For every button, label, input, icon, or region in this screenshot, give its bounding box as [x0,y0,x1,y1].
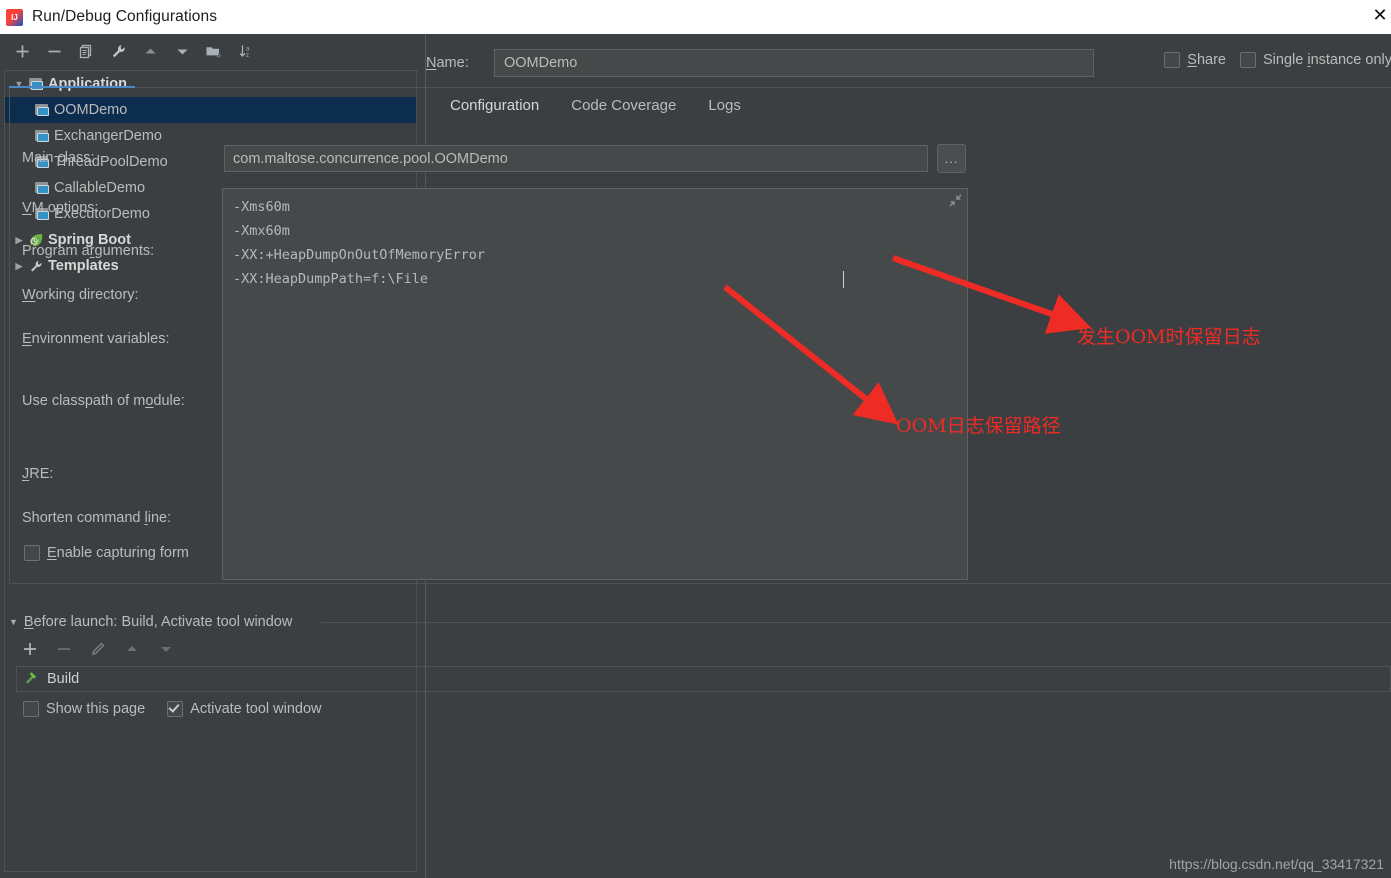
share-label: Share [1187,52,1226,68]
move-task-up-button[interactable] [119,637,145,661]
main-class-input[interactable]: com.maltose.concurrence.pool.OOMDemo [224,145,928,172]
move-down-button[interactable] [168,38,196,64]
activate-tool-window-checkbox-box[interactable] [167,701,184,717]
main-class-browse-button[interactable]: ... [937,144,966,173]
build-hammer-icon [23,669,40,689]
copy-configuration-button[interactable] [72,38,100,64]
configurations-toolbar: a z [0,34,427,68]
annotation-oom-path: OOM日志保留路径 [896,415,1061,437]
text-caret [843,271,844,288]
close-icon[interactable]: ✕ [1367,2,1391,28]
activate-tool-window-label: Activate tool window [190,701,322,717]
name-label-rest: ame: [436,55,469,71]
task-label: Build [47,671,80,687]
add-configuration-button[interactable] [8,38,36,64]
move-up-button[interactable] [136,38,164,64]
show-this-page-checkbox-box[interactable] [23,701,39,717]
edit-task-pencil-button[interactable] [85,637,111,661]
remove-configuration-button[interactable] [40,38,68,64]
run-debug-configurations-dialog: Run/Debug Configurations ✕ [0,0,1391,878]
enable-capturing-form-label: Enable capturing form [47,545,189,561]
watermark: https://blog.csdn.net/qq_33417321 [1169,856,1384,872]
intellij-idea-logo-icon [6,8,23,26]
chevron-down-icon[interactable]: ▼ [9,617,18,627]
before-launch-section: ▼ Before launch: Build, Activate tool wi… [9,577,1391,717]
program-arguments-label: Program arguments: [22,243,155,259]
move-task-down-button[interactable] [153,637,179,661]
vm-options-label: VM options: [22,200,99,216]
vm-options-textarea[interactable]: -Xms60m -Xmx60m -XX:+HeapDumpOnOutOfMemo… [222,188,968,580]
before-launch-toolbar [17,637,179,661]
single-instance-checkbox[interactable]: Single instance only [1240,52,1391,68]
svg-text:z: z [246,53,249,59]
share-checkbox[interactable]: Share [1164,52,1226,68]
before-launch-task-row[interactable]: Build [16,666,1391,692]
jre-label: JRE: [22,466,54,482]
section-divider [321,622,1391,623]
vm-options-text: -Xms60m -Xmx60m -XX:+HeapDumpOnOutOfMemo… [233,199,485,287]
new-folder-button[interactable] [200,38,228,64]
title-bar: Run/Debug Configurations ✕ [0,0,1391,34]
top-right-options: Share Single instance only [1164,52,1391,68]
remove-task-button[interactable] [51,637,77,661]
before-launch-title: Before launch: Build, Activate tool wind… [23,614,293,630]
name-label: Name: [426,55,469,71]
share-checkbox-box[interactable] [1164,52,1181,68]
environment-variables-label: Environment variables: [22,331,170,347]
show-this-page-checkbox[interactable]: Show this page [23,701,145,717]
use-classpath-label: Use classpath of module: [22,393,185,409]
shorten-command-line-label: Shorten command line: [22,510,172,526]
edit-templates-wrench-button[interactable] [104,38,132,64]
enable-capturing-form-checkbox-box[interactable] [24,545,40,561]
name-input[interactable]: OOMDemo [494,49,1094,77]
before-launch-options: Show this page Activate tool window [23,701,322,717]
expand-icon[interactable] [948,193,963,208]
before-launch-header[interactable]: ▼ Before launch: Build, Activate tool wi… [9,614,292,630]
sort-configurations-button[interactable]: a z [232,38,260,64]
window-title: Run/Debug Configurations [32,8,218,25]
add-task-button[interactable] [17,637,43,661]
annotation-oom-log: 发生OOM时保留日志 [1077,326,1261,348]
main-class-label: Main class: [22,150,95,166]
activate-tool-window-checkbox[interactable]: Activate tool window [167,701,322,717]
single-instance-label: Single instance only [1263,52,1391,68]
working-directory-label: Working directory: [22,287,139,303]
single-instance-checkbox-box[interactable] [1240,52,1256,68]
show-this-page-label: Show this page [46,701,146,717]
svg-text:a: a [246,46,250,52]
enable-capturing-form-checkbox[interactable]: Enable capturing form [24,545,189,561]
